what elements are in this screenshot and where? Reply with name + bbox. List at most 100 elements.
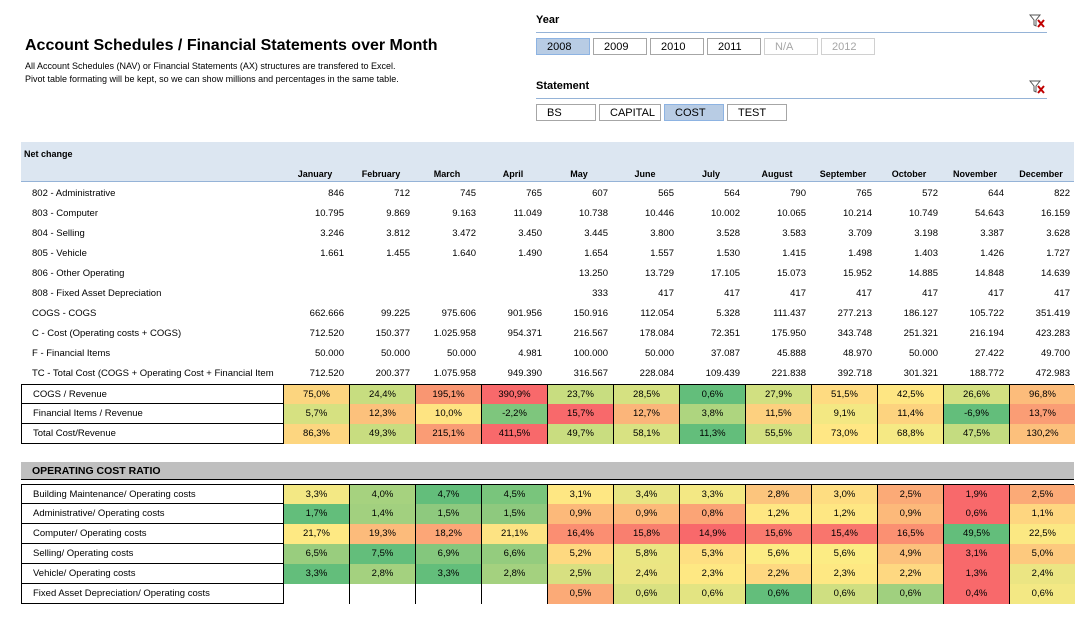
table-cell: 1.640 bbox=[452, 248, 476, 259]
slicer-divider bbox=[536, 98, 1047, 99]
slicer-item-capital[interactable]: CAPITAL bbox=[599, 104, 661, 121]
table-cell: 49.700 bbox=[1040, 348, 1070, 359]
slicer-item-cost[interactable]: COST bbox=[664, 104, 724, 121]
slicer-item-bs[interactable]: BS bbox=[536, 104, 596, 121]
description-line: All Account Schedules (NAV) or Financial… bbox=[25, 61, 396, 71]
table-cell: 2,5% bbox=[1009, 485, 1075, 505]
ratio-row: Financial Items / Revenue 5,7% 12,3% 10,0% -… bbox=[21, 404, 1075, 424]
table-cell: 3.628 bbox=[1046, 228, 1070, 239]
table-cell: 13,7% bbox=[1009, 404, 1075, 424]
table-cell bbox=[480, 284, 546, 304]
table-cell bbox=[349, 584, 415, 604]
table-cell: 4,0% bbox=[349, 485, 415, 505]
year-slicer-label: Year bbox=[536, 14, 560, 26]
table-cell: 0,6% bbox=[811, 584, 877, 604]
table-cell: 1,1% bbox=[1009, 504, 1075, 524]
table-cell: 16,4% bbox=[547, 524, 613, 544]
table-cell: 68,8% bbox=[877, 424, 943, 444]
table-cell: 4,5% bbox=[481, 485, 547, 505]
month-header-june: June bbox=[634, 169, 656, 179]
table-cell: 1.415 bbox=[782, 248, 806, 259]
table-cell: 3,3% bbox=[283, 564, 349, 584]
table-cell: -2,2% bbox=[481, 404, 547, 424]
row-label: Total Cost/Revenue bbox=[33, 428, 116, 439]
table-cell: 5,2% bbox=[547, 544, 613, 564]
table-cell: 351.419 bbox=[1035, 308, 1070, 319]
table-row: 805 - Vehicle 1.661 1.455 1.640 1.490 1.654 1.… bbox=[21, 244, 1074, 264]
row-label: Administrative/ Operating costs bbox=[33, 508, 165, 519]
ratio-row: Administrative/ Operating costs 1,7% 1,4% 1… bbox=[21, 504, 1075, 524]
table-cell: 1.075.958 bbox=[433, 368, 476, 379]
table-cell: 2,3% bbox=[811, 564, 877, 584]
table-cell: 5,6% bbox=[811, 544, 877, 564]
table-cell: 54.643 bbox=[974, 208, 1004, 219]
table-cell: 2,5% bbox=[547, 564, 613, 584]
slicer-item-2009[interactable]: 2009 bbox=[593, 38, 647, 55]
table-cell: 3,8% bbox=[679, 404, 745, 424]
table-cell: 21,1% bbox=[481, 524, 547, 544]
table-cell: 472.983 bbox=[1035, 368, 1070, 379]
table-cell: 1,4% bbox=[349, 504, 415, 524]
table-cell: 10.002 bbox=[710, 208, 740, 219]
table-cell: 1.025.958 bbox=[433, 328, 476, 339]
table-cell: 1,2% bbox=[811, 504, 877, 524]
table-cell: 11.049 bbox=[513, 208, 542, 219]
page-title: Account Schedules / Financial Statements… bbox=[25, 37, 438, 54]
row-label: COGS - COGS bbox=[32, 308, 97, 319]
table-row: C - Cost (Operating costs + COGS) 712.520… bbox=[21, 324, 1074, 344]
table-cell: 1,3% bbox=[943, 564, 1009, 584]
table-cell: 112.054 bbox=[640, 308, 674, 319]
table-cell: 215,1% bbox=[415, 424, 481, 444]
slicer-item-test[interactable]: TEST bbox=[727, 104, 787, 121]
table-cell: 662.666 bbox=[309, 308, 344, 319]
month-header-september: September bbox=[819, 169, 867, 179]
table-row: 804 - Selling 3.246 3.812 3.472 3.450 3.445 3.… bbox=[21, 224, 1074, 244]
table-cell: 111.437 bbox=[773, 308, 806, 319]
ratio-row: Selling/ Operating costs 6,5% 7,5% 6,9% 6,6%… bbox=[21, 544, 1075, 564]
table-cell bbox=[414, 264, 480, 284]
table-cell: 3,3% bbox=[283, 485, 349, 505]
table-cell: 24,4% bbox=[349, 385, 415, 405]
table-cell: 50.000 bbox=[314, 348, 344, 359]
table-cell: 3.445 bbox=[584, 228, 608, 239]
slicer-item-2012: 2012 bbox=[821, 38, 875, 55]
clear-filter-icon[interactable] bbox=[1029, 14, 1045, 28]
table-cell: 417 bbox=[856, 288, 872, 299]
table-cell: 50.000 bbox=[908, 348, 938, 359]
table-row: TC - Total Cost (COGS + Operating Cost +… bbox=[21, 364, 1074, 384]
table-cell: 16,5% bbox=[877, 524, 943, 544]
table-cell: 0,6% bbox=[1009, 584, 1075, 604]
table-cell: 130,2% bbox=[1009, 424, 1075, 444]
month-header-march: March bbox=[433, 169, 461, 179]
table-cell: 18,2% bbox=[415, 524, 481, 544]
table-cell: 3.800 bbox=[650, 228, 674, 239]
slicer-item-2010[interactable]: 2010 bbox=[650, 38, 704, 55]
table-cell: 10.446 bbox=[644, 208, 674, 219]
table-cell: 2,8% bbox=[745, 485, 811, 505]
table-cell: 1,7% bbox=[283, 504, 349, 524]
table-row: F - Financial Items 50.000 50.000 50.000 4.9… bbox=[21, 344, 1074, 364]
table-cell: 3.387 bbox=[980, 228, 1004, 239]
table-cell: 390,9% bbox=[481, 385, 547, 405]
table-cell: 37.087 bbox=[710, 348, 740, 359]
clear-filter-icon[interactable] bbox=[1029, 80, 1045, 94]
table-cell: 2,4% bbox=[1009, 564, 1075, 584]
table-cell: 100.000 bbox=[573, 348, 608, 359]
statement-slicer-label: Statement bbox=[536, 80, 590, 92]
table-cell: 0,6% bbox=[679, 385, 745, 405]
table-cell: 411,5% bbox=[481, 424, 547, 444]
table-cell: 0,9% bbox=[613, 504, 679, 524]
table-cell: 23,7% bbox=[547, 385, 613, 405]
table-cell: 4,9% bbox=[877, 544, 943, 564]
table-cell: 13.250 bbox=[578, 268, 608, 279]
month-header-january: January bbox=[297, 169, 333, 179]
table-cell: 15.073 bbox=[776, 268, 806, 279]
table-cell: 27.422 bbox=[974, 348, 1004, 359]
table-cell: 0,8% bbox=[679, 504, 745, 524]
table-cell: 1,9% bbox=[943, 485, 1009, 505]
table-cell: 216.567 bbox=[573, 328, 608, 339]
table-cell: 10.065 bbox=[776, 208, 806, 219]
table-cell: 1.727 bbox=[1046, 248, 1070, 259]
slicer-item-2011[interactable]: 2011 bbox=[707, 38, 761, 55]
slicer-item-2008[interactable]: 2008 bbox=[536, 38, 590, 55]
